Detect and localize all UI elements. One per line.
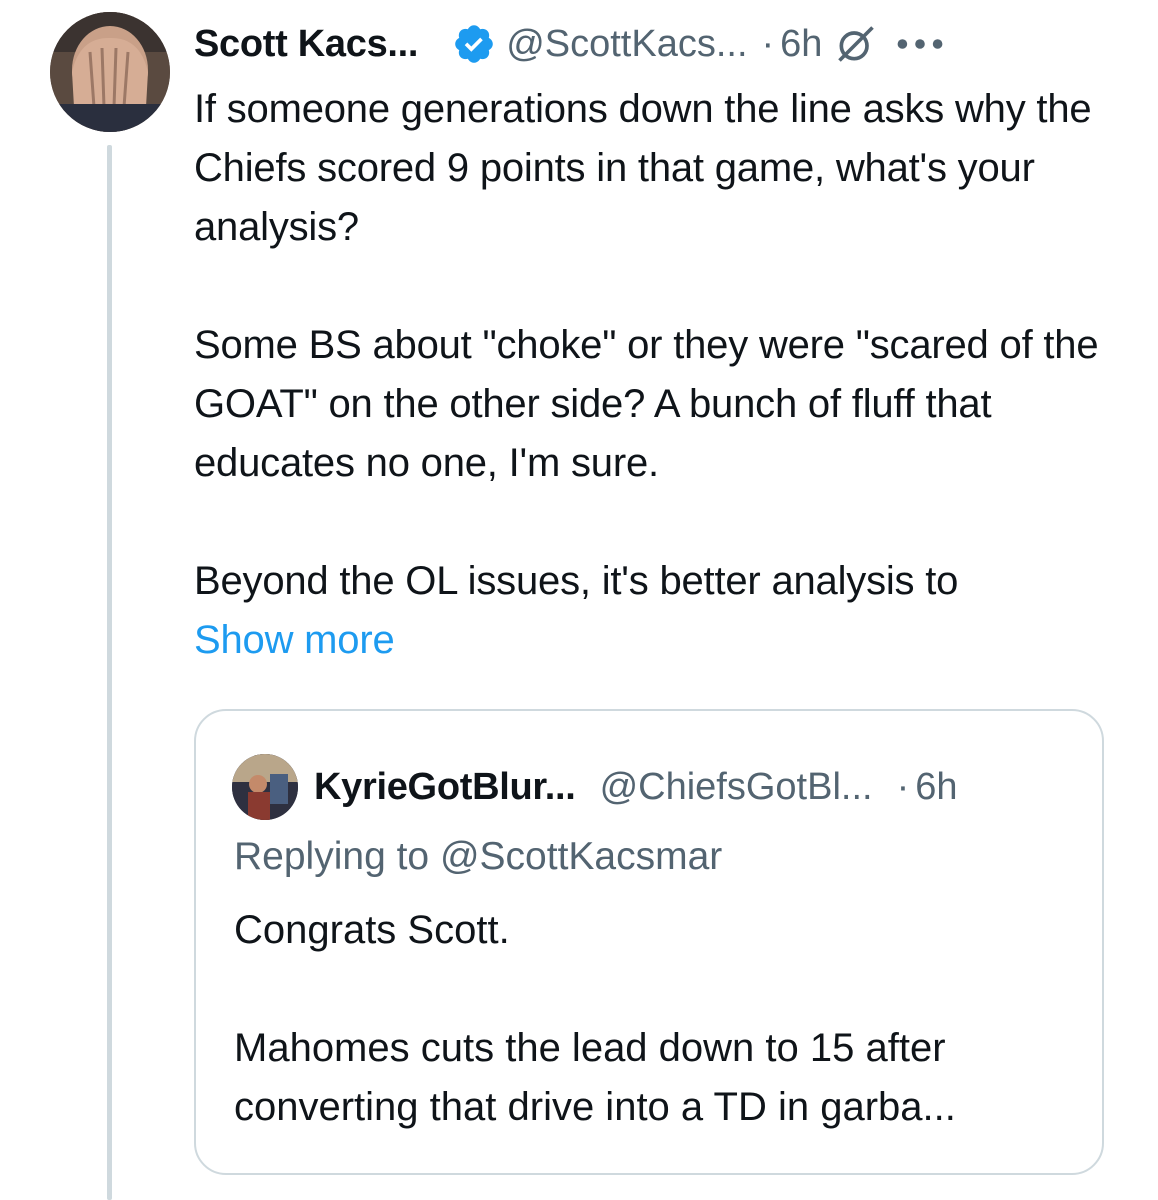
quoted-tweet-paragraph: Mahomes cuts the lead down to 15 after c… xyxy=(234,1026,956,1129)
tweet-header: Scott Kacs... @ScottKacs... · 6h xyxy=(194,18,1114,70)
quoted-tweet-card[interactable]: KyrieGotBlur... @ChiefsGotBl... · 6h Rep… xyxy=(194,709,1104,1175)
tweet-paragraph: If someone generations down the line ask… xyxy=(194,87,1092,249)
quoted-author-name[interactable]: KyrieGotBlur... xyxy=(314,766,576,809)
replying-to-text: Replying to @ScottKacsmar xyxy=(234,835,723,878)
tweet-paragraph: Some BS about "choke" or they were "scar… xyxy=(194,323,1099,485)
quoted-avatar-image xyxy=(232,754,298,820)
more-options-icon[interactable] xyxy=(896,36,944,52)
separator-dot: · xyxy=(896,765,910,808)
grok-icon[interactable] xyxy=(834,22,878,66)
tweet-body: If someone generations down the line ask… xyxy=(194,80,1129,670)
quoted-tweet-paragraph: Congrats Scott. xyxy=(234,908,510,952)
separator-dot: · xyxy=(761,22,775,65)
tweet-paragraph: Beyond the OL issues, it's better analys… xyxy=(194,559,959,603)
quoted-tweet-header: KyrieGotBlur... @ChiefsGotBl... · 6h xyxy=(232,754,1092,820)
quoted-author-avatar[interactable] xyxy=(232,754,298,820)
avatar-image xyxy=(50,12,170,132)
tweet-timestamp[interactable]: 6h xyxy=(780,23,822,66)
author-handle[interactable]: @ScottKacs... xyxy=(506,23,747,66)
verified-badge-icon[interactable] xyxy=(452,22,496,66)
thread-connector-line xyxy=(107,145,112,1200)
quoted-author-handle[interactable]: @ChiefsGotBl... xyxy=(600,766,873,809)
author-name[interactable]: Scott Kacs... xyxy=(194,23,418,66)
author-avatar[interactable] xyxy=(50,12,170,132)
show-more-link[interactable]: Show more xyxy=(194,611,395,670)
quoted-tweet-body: Congrats Scott. Mahomes cuts the lead do… xyxy=(234,901,1094,1137)
quoted-tweet-timestamp[interactable]: 6h xyxy=(915,766,957,809)
